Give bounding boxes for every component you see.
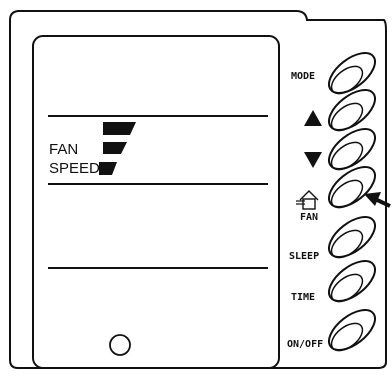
onoff-button[interactable] (322, 302, 382, 357)
mode-button-label: MODE (291, 71, 315, 82)
fan-button-label: FAN (300, 212, 318, 223)
remote-controller-diagram: FAN SPEED MODE FAN SLEEP TIME ON/OFF (9, 10, 391, 369)
time-button-label: TIME (291, 292, 315, 303)
up-arrow-icon (304, 110, 322, 126)
fan-speed-bar-medium (103, 142, 127, 154)
time-button[interactable] (322, 253, 382, 308)
down-button[interactable] (322, 121, 382, 176)
house-fan-icon (296, 190, 319, 210)
fan-button[interactable] (322, 159, 382, 214)
reset-hole[interactable] (109, 334, 131, 356)
speed-label: SPEED (49, 160, 100, 177)
fan-label: FAN (49, 141, 78, 158)
sleep-button-label: SLEEP (289, 251, 319, 262)
sleep-button[interactable] (322, 209, 382, 264)
fan-speed-bar-low (99, 162, 117, 175)
onoff-button-label: ON/OFF (287, 339, 323, 350)
remote-body-outline (9, 10, 387, 369)
down-arrow-icon (304, 152, 322, 168)
lcd-display-frame (32, 35, 280, 369)
fan-speed-bar-high (103, 122, 136, 135)
